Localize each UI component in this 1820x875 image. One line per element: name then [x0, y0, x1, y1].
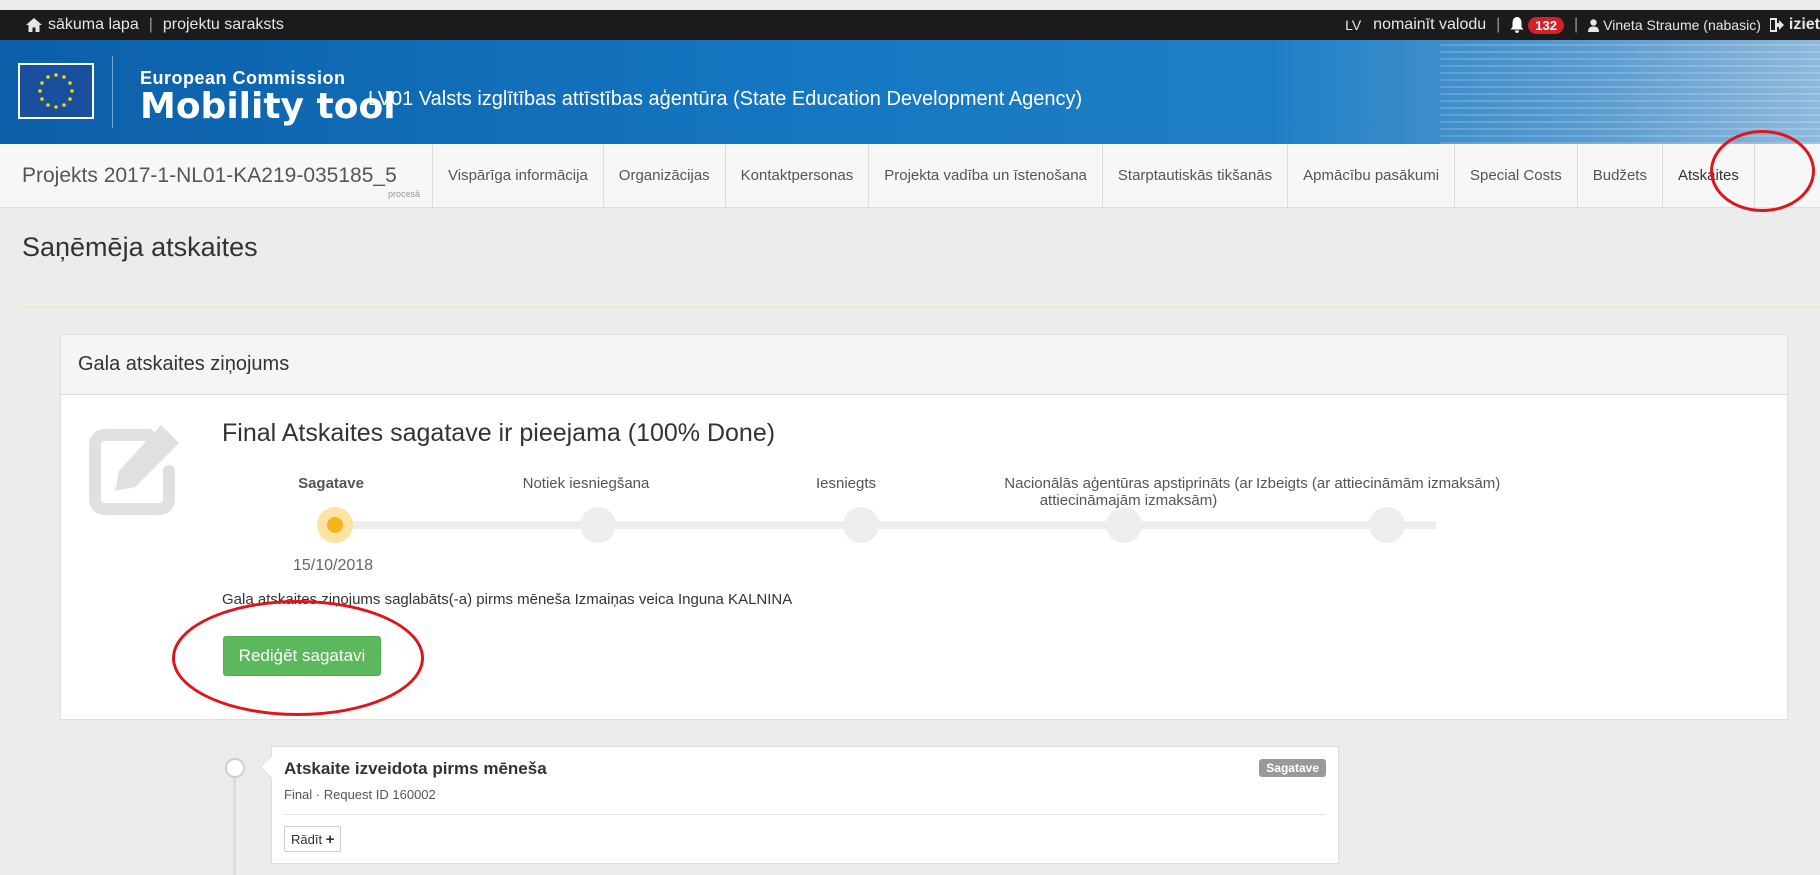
step-dot-na-approved — [1106, 507, 1142, 543]
mobility-tool-logo[interactable]: Mobility tool — [140, 86, 396, 127]
step-dot-submitting — [580, 507, 616, 543]
tab-contacts[interactable]: Kontaktpersonas — [726, 144, 870, 207]
page-title: Saņēmēja atskaites — [22, 232, 258, 262]
timeline-dot — [225, 758, 245, 778]
tab-learning-activities[interactable]: Apmācību pasākumi — [1288, 144, 1456, 207]
header-banner: European Commission Mobility tool LV01 V… — [0, 40, 1820, 144]
progress-track — [336, 521, 1436, 529]
timeline-divider — [284, 814, 1326, 815]
step-label-submitting: Notiek iesniegšana — [522, 475, 650, 492]
tab-special-costs[interactable]: Special Costs — [1455, 144, 1578, 207]
top-bar: sākuma lapa | projektu saraksts LV nomai… — [0, 10, 1820, 40]
topbar-right: LV nomainīt valodu | 132 | Vineta Straum… — [1345, 10, 1820, 40]
plus-icon: + — [325, 830, 335, 848]
user-icon — [1588, 18, 1600, 32]
building-graphic — [1440, 40, 1820, 144]
header-divider — [112, 56, 113, 128]
eu-flag-logo — [18, 63, 94, 119]
logout-link[interactable]: iziet — [1789, 16, 1820, 34]
change-language-link[interactable]: nomainīt valodu — [1373, 16, 1486, 34]
user-name-link[interactable]: Vineta Straume (nabasic) — [1603, 17, 1761, 33]
edit-document-icon — [89, 425, 179, 515]
separator: | — [1496, 16, 1501, 33]
panel-heading: Gala atskaites ziņojums — [61, 335, 1787, 395]
project-title[interactable]: Projekts 2017-1-NL01-KA219-035185_5 proc… — [0, 144, 433, 207]
final-report-status-title: Final Atskaites sagatave ir pieejama (10… — [222, 419, 776, 447]
current-language: LV — [1345, 17, 1362, 33]
show-button[interactable]: Rādīt + — [284, 826, 342, 852]
show-button-label: Rādīt — [291, 831, 323, 847]
projects-link[interactable]: projektu saraksts — [163, 16, 284, 34]
step-label-draft: Sagatave — [298, 475, 364, 492]
tab-transnational-meetings[interactable]: Starptautiskās tikšanās — [1103, 144, 1289, 207]
step-label-terminated: Izbeigts (ar attiecināmām izmaksām) — [1256, 475, 1501, 492]
edit-draft-button[interactable]: Rediģēt sagatavi — [223, 636, 381, 676]
home-link[interactable]: sākuma lapa — [48, 16, 139, 34]
timeline-entry: Atskaite izveidota pirms mēneša Final · … — [259, 746, 1339, 864]
project-id: Projekts 2017-1-NL01-KA219-035185_5 — [22, 163, 397, 187]
step-label-na-approved: Nacionālās aģentūras apstiprināts (ar at… — [1004, 475, 1253, 509]
title-divider — [22, 306, 1820, 308]
timeline-entry-title: Atskaite izveidota pirms mēneša — [284, 759, 547, 778]
timeline-card-arrow — [259, 755, 283, 779]
tab-reports[interactable]: Atskaites — [1663, 144, 1755, 207]
separator: | — [148, 16, 153, 33]
tab-budget[interactable]: Budžets — [1578, 144, 1663, 207]
logout-icon — [1768, 18, 1784, 32]
final-report-panel: Gala atskaites ziņojums Final Atskaites … — [60, 334, 1788, 720]
step-dot-submitted — [843, 507, 879, 543]
notification-count-badge[interactable]: 132 — [1528, 16, 1564, 34]
tab-general-information[interactable]: Vispārīga informācija — [433, 144, 604, 207]
step-label-submitted: Iesniegts — [815, 475, 877, 492]
agency-name: LV01 Valsts izglītības attīstības aģentū… — [368, 88, 1083, 110]
separator: | — [1574, 16, 1579, 33]
step-dot-draft — [317, 507, 353, 543]
tab-project-management[interactable]: Projekta vadība un īstenošana — [869, 144, 1103, 207]
home-icon — [26, 18, 42, 32]
project-nav: Projekts 2017-1-NL01-KA219-035185_5 proc… — [0, 144, 1820, 208]
timeline-entry-subtitle: Final · Request ID 160002 — [284, 787, 436, 802]
bell-icon[interactable] — [1510, 17, 1524, 33]
project-status: procesā — [387, 189, 420, 199]
tab-organisations[interactable]: Organizācijas — [604, 144, 726, 207]
step-dot-terminated — [1369, 507, 1405, 543]
draft-status-badge: Sagatave — [1259, 759, 1326, 777]
saved-note: Gala atskaites ziņojums saglabāts(-a) pi… — [222, 591, 793, 608]
draft-date: 15/10/2018 — [293, 557, 374, 574]
timeline-line — [233, 768, 236, 875]
